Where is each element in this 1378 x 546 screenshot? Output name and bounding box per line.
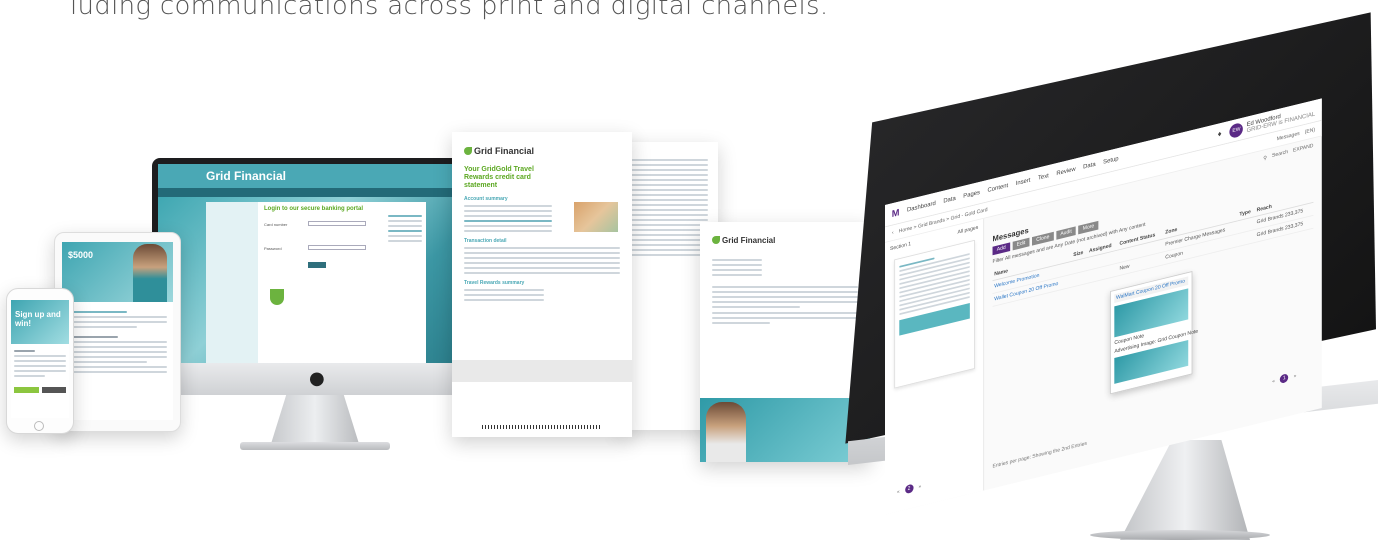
next-page-icon[interactable]: » [918, 483, 921, 490]
imac-foot [1090, 530, 1270, 540]
letter-brand: Grid Financial [722, 236, 776, 245]
audit-button[interactable]: Audit [1056, 226, 1077, 240]
nav-text[interactable]: Text [1038, 173, 1049, 182]
portal-title: Login to our secure banking portal [264, 206, 364, 212]
row-type [1237, 229, 1255, 247]
search-icon[interactable]: ⚲ [1263, 155, 1267, 162]
messages-page-current[interactable]: 1 [1280, 373, 1289, 384]
message-preview-popup: WalMart Coupon 20 Off Promo Coupon Note … [1110, 271, 1198, 395]
next-page-icon[interactable]: » [1294, 372, 1297, 379]
customer-letter: Grid Financial [700, 222, 870, 462]
expand-button[interactable]: EXPAND [1293, 143, 1313, 154]
statement-logo: Grid Financial [464, 146, 620, 156]
messages-pager: « 1 » [1272, 371, 1297, 386]
site-logo: Grid Financial [206, 169, 287, 183]
site-sidebar [206, 202, 258, 363]
tablet-hero: $5000 [62, 242, 173, 302]
statement-title: Your GridGold Travel Rewards credit card… [464, 166, 534, 189]
nav-content[interactable]: Content [988, 183, 1009, 194]
phone-no-thanks-button[interactable] [41, 387, 66, 393]
nav-data-2[interactable]: Data [1083, 161, 1095, 170]
app-logo: M [891, 207, 900, 220]
nav-review[interactable]: Review [1056, 166, 1075, 177]
row-reach-text: Grid Brands [1256, 226, 1284, 239]
add-button[interactable]: Add [992, 242, 1010, 256]
imac-stand [1120, 440, 1250, 540]
nav-pages[interactable]: Pages [963, 190, 980, 200]
language-menu[interactable]: (EN) [1305, 127, 1315, 135]
side-links [388, 212, 422, 245]
prev-page-icon[interactable]: « [1272, 378, 1275, 385]
desktop-monitor-screen: Grid Financial Login to our secure banki… [158, 164, 471, 363]
statement-promo-strip [452, 360, 632, 382]
caption-text: luding communications across print and d… [70, 0, 829, 21]
statement-barcode [482, 425, 602, 429]
back-icon[interactable]: ‹ [892, 230, 894, 237]
site-nav [158, 188, 471, 197]
section-select[interactable]: Section 1 [890, 242, 911, 252]
phone-body [11, 344, 69, 383]
nav-setup[interactable]: Setup [1103, 156, 1118, 166]
phone-home-button [34, 421, 44, 431]
tablet-body [62, 302, 173, 382]
edit-button[interactable]: Edit [1012, 237, 1030, 251]
statement-promo-image [574, 202, 618, 232]
more-button[interactable]: More [1078, 220, 1099, 235]
nav-data[interactable]: Data [943, 195, 955, 204]
phone-screen: Sign up and win! [11, 300, 69, 418]
statement-transaction-detail: Transaction detail [464, 238, 507, 244]
password-input[interactable] [308, 245, 366, 250]
phone-hero: Sign up and win! [11, 300, 69, 344]
site-header: Grid Financial [158, 164, 471, 188]
login-button[interactable] [308, 262, 326, 268]
row-count: 233,375 [1284, 208, 1304, 219]
letter-logo: Grid Financial [712, 236, 858, 245]
row-size [1071, 270, 1088, 288]
prev-page-icon[interactable]: « [897, 488, 900, 495]
desktop-monitor-neck [270, 395, 360, 447]
credit-card-statement: Grid Financial Your GridGold Travel Rewa… [452, 132, 632, 437]
all-pages-select[interactable]: All pages [958, 225, 979, 235]
card-number-input[interactable] [308, 221, 366, 226]
row-count: 233,375 [1284, 221, 1304, 232]
messages-menu[interactable]: Messages [1277, 131, 1300, 142]
desktop-monitor-foot [240, 442, 390, 450]
clone-button[interactable]: Clone [1032, 231, 1054, 246]
bell-icon[interactable]: ♦ [1217, 130, 1222, 138]
entries-footer: Entries per page: Showing the 2nd Entrie… [992, 441, 1087, 470]
card-number-label: Card number [264, 222, 288, 227]
nav-dashboard[interactable]: Dashboard [907, 200, 936, 213]
preview-panel: Section 1 All pages « 2 » [885, 218, 985, 515]
nav-insert[interactable]: Insert [1016, 177, 1031, 187]
tablet-screen: $5000 [62, 242, 173, 420]
letter-banner-image [706, 402, 746, 462]
statement-rewards-summary: Travel Rewards summary [464, 280, 525, 286]
preview-pager: « 2 » [897, 482, 922, 497]
tablet-promo-amount: $5000 [68, 250, 94, 260]
grid-financial-leaf-icon [464, 147, 472, 155]
phone-headline: Sign up and win! [15, 310, 61, 328]
preview-page-current[interactable]: 2 [904, 483, 914, 495]
phone-signup-button[interactable] [14, 387, 39, 393]
search-input[interactable]: Search [1272, 150, 1288, 160]
apple-logo-icon: ● [309, 368, 325, 389]
shield-check-icon [270, 289, 284, 305]
tablet-hero-image [133, 244, 167, 302]
letter-promo-banner [700, 398, 870, 462]
avatar: EW [1229, 121, 1244, 139]
grid-financial-leaf-icon [712, 236, 720, 244]
statement-brand: Grid Financial [474, 146, 535, 156]
document-thumbnail[interactable] [893, 239, 975, 389]
phone-buttons [11, 387, 69, 393]
password-label: Password [264, 246, 282, 251]
